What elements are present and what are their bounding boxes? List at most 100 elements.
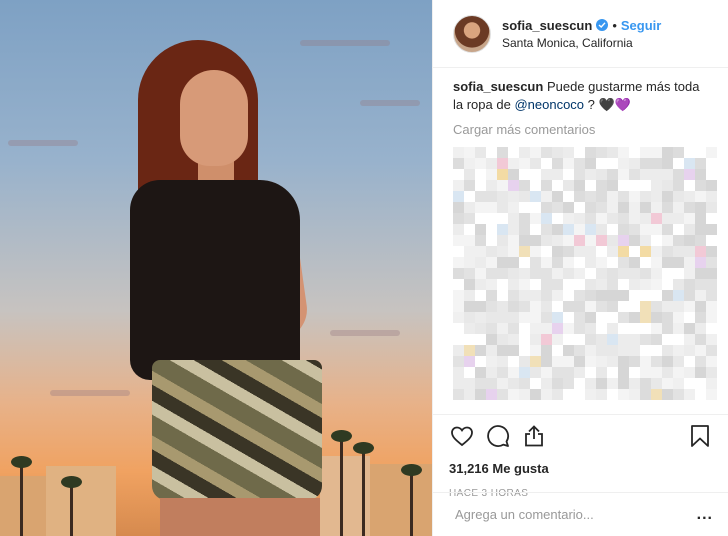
- pixel-cell: [695, 180, 706, 191]
- follow-button[interactable]: Seguir: [621, 18, 661, 33]
- action-icons: [449, 423, 713, 449]
- pixel-cell: [618, 367, 629, 378]
- pixel-cell: [453, 279, 464, 290]
- pixel-cell: [464, 334, 475, 345]
- avatar[interactable]: [453, 14, 491, 53]
- pixel-cell: [464, 279, 475, 290]
- pixel-cell: [530, 389, 541, 400]
- comment-icon[interactable]: [485, 423, 511, 449]
- pixel-cell: [629, 367, 640, 378]
- share-icon[interactable]: [521, 423, 547, 449]
- pixel-cell: [585, 367, 596, 378]
- pixel-cell: [464, 323, 475, 334]
- pixel-cell: [596, 169, 607, 180]
- pixel-cell: [552, 147, 563, 158]
- pixel-cell: [673, 147, 684, 158]
- pixel-cell: [497, 290, 508, 301]
- pixel-cell: [585, 356, 596, 367]
- pixel-cell: [552, 301, 563, 312]
- pixel-cell: [541, 158, 552, 169]
- pixel-cell: [574, 246, 585, 257]
- caption-mention[interactable]: @neoncoco: [514, 97, 584, 112]
- heart-icon[interactable]: [449, 423, 475, 449]
- pixel-cell: [585, 202, 596, 213]
- pixel-cell: [530, 290, 541, 301]
- pixel-cell: [486, 312, 497, 323]
- pixel-cell: [640, 367, 651, 378]
- pixel-cell: [706, 202, 717, 213]
- pixel-cell: [607, 389, 618, 400]
- pixel-cell: [574, 213, 585, 224]
- pixel-cell: [453, 334, 464, 345]
- pixel-cell: [585, 147, 596, 158]
- pixel-cell: [607, 279, 618, 290]
- pixel-cell: [563, 180, 574, 191]
- comment-box: ...: [433, 492, 728, 536]
- pixel-cell: [574, 169, 585, 180]
- pixel-cell: [574, 290, 585, 301]
- pixel-cell: [673, 158, 684, 169]
- pixel-cell: [530, 191, 541, 202]
- pixel-cell: [519, 191, 530, 202]
- comment-input[interactable]: [453, 506, 697, 523]
- pixel-cell: [662, 257, 673, 268]
- pixel-cell: [629, 147, 640, 158]
- pixel-cell: [530, 345, 541, 356]
- pixel-cell: [695, 356, 706, 367]
- pixel-cell: [596, 290, 607, 301]
- post-photo[interactable]: [0, 0, 432, 536]
- pixel-cell: [695, 169, 706, 180]
- pixel-cell: [486, 334, 497, 345]
- pixel-cell: [497, 378, 508, 389]
- pixel-cell: [497, 367, 508, 378]
- pixel-cell: [618, 345, 629, 356]
- username-link[interactable]: sofia_suescun: [502, 18, 592, 33]
- pixel-cell: [607, 235, 618, 246]
- pixel-cell: [662, 367, 673, 378]
- bookmark-icon[interactable]: [687, 423, 713, 449]
- pixel-cell: [695, 367, 706, 378]
- pixel-cell: [453, 169, 464, 180]
- pixel-cell: [497, 312, 508, 323]
- pixel-cell: [618, 378, 629, 389]
- pixel-cell: [596, 334, 607, 345]
- pixel-cell: [519, 213, 530, 224]
- pixel-cell: [629, 235, 640, 246]
- pixel-cell: [574, 389, 585, 400]
- load-more-comments-button[interactable]: Cargar más comentarios: [453, 122, 708, 137]
- pixel-cell: [695, 191, 706, 202]
- pixel-cell: [607, 356, 618, 367]
- pixel-cell: [563, 312, 574, 323]
- pixel-cell: [508, 279, 519, 290]
- pixel-cell: [596, 224, 607, 235]
- pixel-cell: [530, 213, 541, 224]
- more-options-icon[interactable]: ...: [697, 506, 713, 524]
- pixel-cell: [519, 279, 530, 290]
- palm-tree: [401, 464, 422, 536]
- pixel-cell: [585, 246, 596, 257]
- likes-count[interactable]: 31,216 Me gusta: [449, 461, 713, 476]
- pixel-cell: [640, 158, 651, 169]
- pixel-cell: [618, 191, 629, 202]
- pixel-cell: [618, 202, 629, 213]
- pixel-cell: [530, 158, 541, 169]
- pixel-cell: [519, 301, 530, 312]
- pixel-cell: [706, 301, 717, 312]
- pixel-cell: [596, 191, 607, 202]
- pixel-cell: [695, 268, 706, 279]
- pixel-cell: [552, 224, 563, 235]
- pixel-cell: [475, 246, 486, 257]
- pixel-cell: [640, 180, 651, 191]
- pixel-cell: [684, 301, 695, 312]
- pixel-cell: [574, 356, 585, 367]
- pixel-cell: [596, 301, 607, 312]
- pixel-cell: [475, 290, 486, 301]
- pixel-cell: [651, 389, 662, 400]
- pixel-cell: [618, 246, 629, 257]
- caption-username[interactable]: sofia_suescun: [453, 79, 543, 94]
- pixel-cell: [453, 202, 464, 213]
- location-link[interactable]: Santa Monica, California: [502, 36, 661, 50]
- pixel-cell: [486, 279, 497, 290]
- pixel-cell: [464, 180, 475, 191]
- pixel-cell: [585, 169, 596, 180]
